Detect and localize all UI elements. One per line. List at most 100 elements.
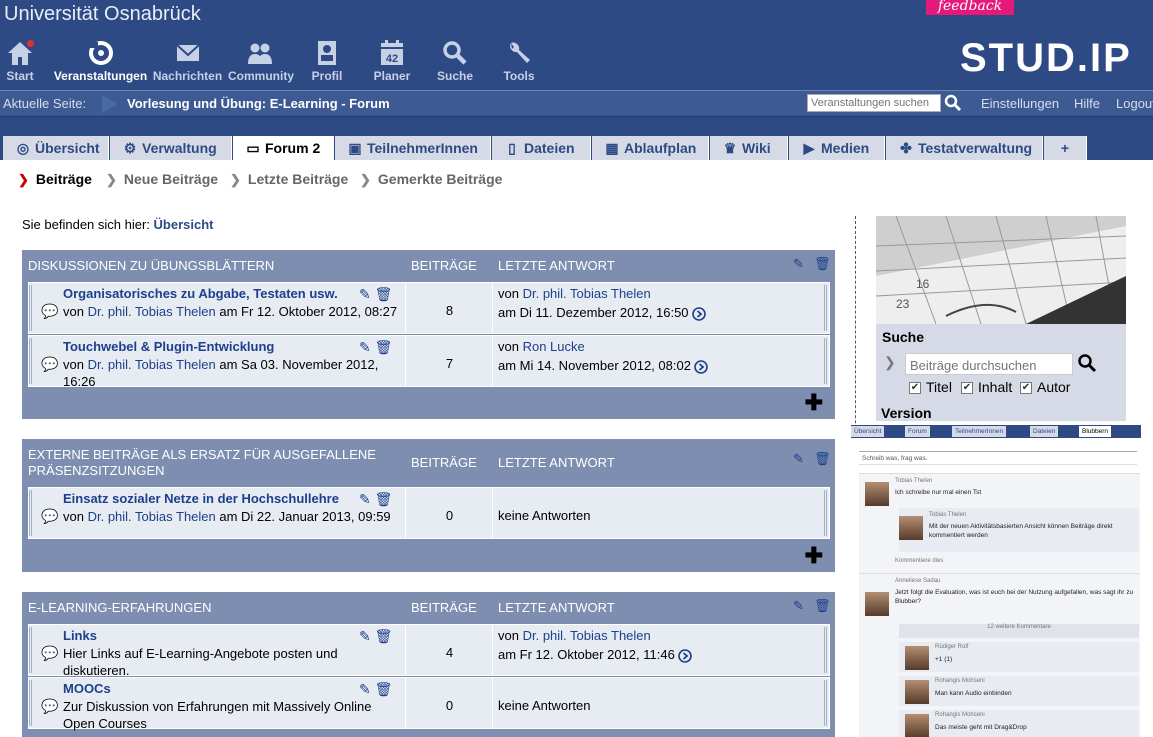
- area-title[interactable]: Organisatorisches zu Abgabe, Testaten us…: [63, 286, 338, 301]
- speech-bubble-icon: 💬: [41, 698, 59, 714]
- nav-search[interactable]: Suche: [437, 40, 473, 88]
- tab-wiki[interactable]: ♛ Wiki: [710, 136, 788, 160]
- edit-icon[interactable]: ✎ 🗑: [359, 286, 392, 303]
- category-title: E-LEARNING-ERFAHRUNGEN: [28, 600, 212, 615]
- add-area-button[interactable]: ✚: [805, 392, 823, 414]
- area-title[interactable]: MOOCs: [63, 681, 111, 696]
- course-search-input[interactable]: [807, 94, 941, 112]
- logout-link[interactable]: Logout: [1116, 96, 1153, 111]
- tab-media[interactable]: ▶ Medien: [789, 136, 885, 160]
- checkbox-content[interactable]: ✔ Inhalt: [961, 379, 1012, 395]
- category-header: EXTERNE BEITRÄGE ALS ERSATZ FÜR AUSGEFAL…: [22, 439, 835, 487]
- tab-administration[interactable]: ⚙ Verwaltung: [110, 136, 232, 160]
- subnav-latest-posts[interactable]: ❯ Letzte Beiträge: [230, 171, 348, 188]
- last-author-link[interactable]: Ron Lucke: [523, 339, 585, 354]
- tab-files[interactable]: ▯ Dateien: [492, 136, 591, 160]
- drag-handle[interactable]: [29, 490, 37, 536]
- drag-handle[interactable]: [819, 627, 827, 673]
- forum-category: EXTERNE BEITRÄGE ALS ERSATZ FÜR AUSGEFAL…: [22, 439, 835, 572]
- nav-start[interactable]: Start: [5, 40, 35, 88]
- nav-tools[interactable]: Tools: [502, 40, 536, 88]
- last-author-link[interactable]: Dr. phil. Tobias Thelen: [523, 628, 651, 643]
- drag-handle[interactable]: [29, 627, 37, 673]
- edit-icon[interactable]: ✎: [793, 451, 804, 467]
- preview-input: Schreib was, frag was.: [859, 451, 1137, 465]
- subnav-posts[interactable]: ❯ Beiträge: [18, 171, 92, 188]
- edit-icon[interactable]: ✎ 🗑: [359, 681, 392, 698]
- nav-community[interactable]: Community: [228, 40, 294, 88]
- author-link[interactable]: Dr. phil. Tobias Thelen: [88, 509, 216, 524]
- notification-dot: [27, 40, 34, 47]
- add-area-button[interactable]: ✚: [805, 545, 823, 567]
- last-author-link[interactable]: Dr. phil. Tobias Thelen: [523, 286, 651, 301]
- arrow-circle-right-icon[interactable]: [691, 306, 706, 321]
- chevron-right-icon: ❯: [230, 172, 241, 187]
- category-title: DISKUSSIONEN ZU ÜBUNGSBLÄTTERN: [28, 258, 275, 273]
- drag-handle[interactable]: [29, 338, 37, 384]
- edit-icon[interactable]: ✎ 🗑: [359, 491, 392, 508]
- trash-icon[interactable]: 🗑: [814, 256, 831, 272]
- studip-logo[interactable]: STUD.IP: [960, 38, 1132, 78]
- community-icon: [248, 43, 272, 64]
- arrow-circle-right-icon[interactable]: [678, 648, 692, 663]
- location-breadcrumb: Sie befinden sich hier: Übersicht: [22, 217, 214, 232]
- tab-overview[interactable]: ◎ Übersicht: [3, 136, 109, 160]
- svg-text:42: 42: [386, 53, 398, 65]
- subnav-new-posts[interactable]: ❯ Neue Beiträge: [106, 171, 218, 188]
- tab-schedule[interactable]: ▦ Ablaufplan: [592, 136, 709, 160]
- drag-handle[interactable]: [29, 285, 37, 331]
- forum-area-row[interactable]: 💬 Touchwebel & Plugin-Entwicklung ✎ 🗑 vo…: [28, 335, 830, 389]
- trash-icon[interactable]: 🗑: [814, 451, 831, 467]
- drag-handle[interactable]: [819, 490, 827, 536]
- location-current-link[interactable]: Übersicht: [154, 217, 214, 232]
- tab-add[interactable]: +: [1044, 136, 1087, 160]
- forum-search-input[interactable]: [905, 353, 1073, 375]
- avatar: [905, 646, 929, 670]
- forum-area-row[interactable]: 💬 Einsatz sozialer Netze in der Hochschu…: [28, 487, 830, 539]
- nav-planner[interactable]: 42 Planer: [372, 40, 412, 88]
- speech-bubble-icon: 💬: [41, 508, 59, 524]
- settings-link[interactable]: Einstellungen: [981, 96, 1059, 111]
- top-header: Universität Osnabrück feedback STUD.IP S…: [0, 0, 1153, 90]
- feedback-button[interactable]: feedback: [926, 0, 1014, 15]
- drag-handle[interactable]: [819, 680, 827, 726]
- area-title[interactable]: Einsatz sozialer Netze in der Hochschull…: [63, 491, 339, 506]
- checkbox-author[interactable]: ✔ Autor: [1020, 379, 1070, 395]
- preview-post: Anneliese Sadau Jetzt folgt die Evaluati…: [859, 573, 1140, 737]
- search-icon[interactable]: [1077, 353, 1097, 373]
- trash-icon[interactable]: 🗑: [814, 598, 831, 614]
- arrow-circle-right-icon[interactable]: [694, 359, 708, 374]
- area-title[interactable]: Links: [63, 628, 97, 643]
- author-link[interactable]: Dr. phil. Tobias Thelen: [88, 357, 216, 372]
- edit-icon[interactable]: ✎: [793, 598, 804, 614]
- edit-icon[interactable]: ✎ 🗑: [359, 339, 392, 356]
- area-title[interactable]: Touchwebel & Plugin-Entwicklung: [63, 339, 274, 354]
- forum-area-row[interactable]: 💬 Links ✎ 🗑 Hier Links auf E-Learning-An…: [28, 624, 830, 678]
- edit-icon[interactable]: ✎: [793, 256, 804, 272]
- edit-icon[interactable]: ✎ 🗑: [359, 628, 392, 645]
- nav-profile[interactable]: Profil: [310, 40, 344, 88]
- tab-forum[interactable]: ▭ Forum 2: [233, 136, 334, 161]
- drag-handle[interactable]: [29, 680, 37, 726]
- preview-tabs: Übersicht Forum TeilnehmerInnen Dateien …: [851, 425, 1141, 438]
- drag-handle[interactable]: [819, 338, 827, 384]
- author-link[interactable]: Dr. phil. Tobias Thelen: [88, 304, 216, 319]
- tab-testat[interactable]: ✤ Testatverwaltung: [886, 136, 1043, 160]
- forum-area-row[interactable]: 💬 Organisatorisches zu Abgabe, Testaten …: [28, 282, 830, 334]
- drag-handle[interactable]: [819, 285, 827, 331]
- checkbox-title[interactable]: ✔ Titel: [909, 379, 952, 395]
- forum-area-row[interactable]: 💬 MOOCs ✎ 🗑 Zur Diskussion von Erfahrung…: [28, 677, 830, 731]
- search-icon: [443, 41, 467, 65]
- nav-courses[interactable]: Veranstaltungen: [53, 40, 148, 88]
- forum-icon: ▭: [246, 140, 260, 156]
- help-link[interactable]: Hilfe: [1074, 96, 1100, 111]
- gears-icon: ⚙: [123, 140, 137, 156]
- nav-search-label: Suche: [437, 69, 474, 83]
- search-icon[interactable]: [944, 94, 962, 112]
- subnav-bookmarked-posts[interactable]: ❯ Gemerkte Beiträge: [360, 171, 502, 188]
- media-icon: ▶: [803, 140, 815, 156]
- column-posts-header: BEITRÄGE: [411, 455, 477, 470]
- chevron-right-icon: ❯: [18, 172, 29, 187]
- tab-participants[interactable]: ▣ TeilnehmerInnen: [335, 136, 491, 160]
- nav-messages[interactable]: Nachrichten: [152, 40, 223, 88]
